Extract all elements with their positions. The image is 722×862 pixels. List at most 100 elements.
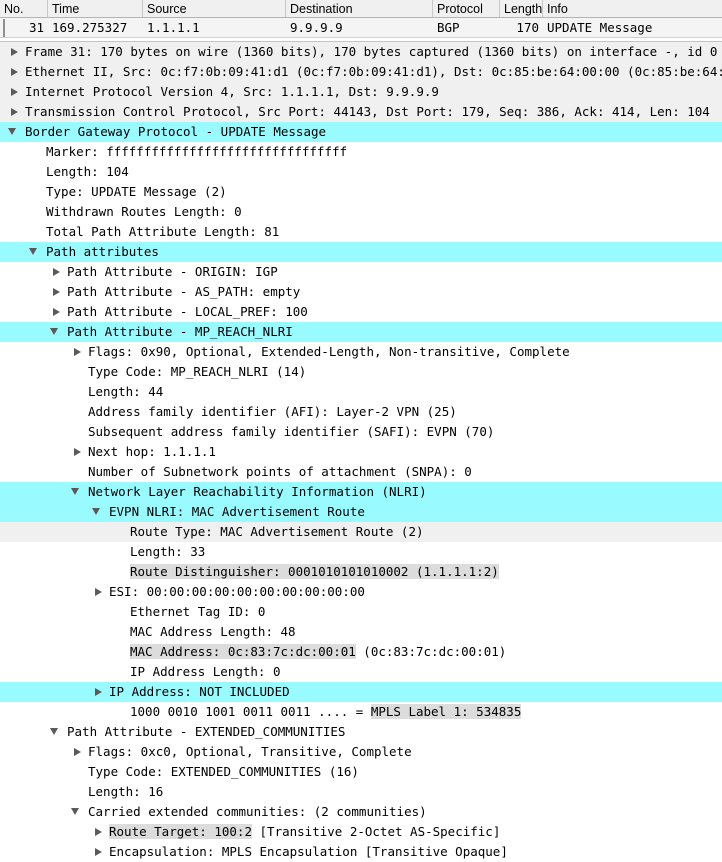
detail-tree-label: Next hop: 1.1.1.1 xyxy=(88,444,216,459)
detail-tree-row[interactable]: Network Layer Reachability Information (… xyxy=(0,482,722,502)
chevron-right-icon[interactable] xyxy=(4,42,25,62)
detail-tree-label: Border Gateway Protocol - UPDATE Message xyxy=(25,124,327,139)
column-header-destination[interactable]: Destination xyxy=(286,0,433,17)
detail-tree-row[interactable]: Type Code: EXTENDED_COMMUNITIES (16) xyxy=(0,762,722,782)
detail-tree-row[interactable]: Transmission Control Protocol, Src Port:… xyxy=(0,102,722,122)
packet-cell-protocol: BGP xyxy=(437,19,460,35)
detail-tree-row[interactable]: Flags: 0xc0, Optional, Transitive, Compl… xyxy=(0,742,722,762)
chevron-right-icon[interactable] xyxy=(67,742,88,762)
packet-list-rows[interactable]: 31 169.275327 1.1.1.1 9.9.9.9 BGP 170 UPDATE M… xyxy=(0,18,722,38)
detail-tree-label: 1000 0010 1001 0011 0011 .... = MPLS Lab… xyxy=(130,702,522,722)
detail-tree-row[interactable]: Withdrawn Routes Length: 0 xyxy=(0,202,722,222)
detail-tree-label: Total Path Attribute Length: 81 xyxy=(46,224,280,239)
detail-tree-row[interactable]: ESI: 00:00:00:00:00:00:00:00:00:00 xyxy=(0,582,722,602)
detail-tree-row[interactable]: Length: 33 xyxy=(0,542,722,562)
detail-tree-row[interactable]: Carried extended communities: (2 communi… xyxy=(0,802,722,822)
packet-list-column-headers[interactable]: No. Time Source Destination Protocol Length In… xyxy=(0,0,722,18)
detail-tree-label: Path Attribute - AS_PATH: empty xyxy=(67,284,301,299)
detail-tree-label: Internet Protocol Version 4, Src: 1.1.1.… xyxy=(25,84,439,99)
detail-tree-row[interactable]: MAC Address: 0c:83:7c:dc:00:01 (0c:83:7c… xyxy=(0,642,722,662)
detail-tree-label: Subsequent address family identifier (SA… xyxy=(88,424,495,439)
chevron-down-icon[interactable] xyxy=(67,482,88,502)
column-header-time[interactable]: Time xyxy=(48,0,143,17)
detail-tree-row[interactable]: Path Attribute - EXTENDED_COMMUNITIES xyxy=(0,722,722,742)
detail-tree-row[interactable]: Subsequent address family identifier (SA… xyxy=(0,422,722,442)
column-header-protocol[interactable]: Protocol xyxy=(433,0,500,17)
detail-tree-row[interactable]: Total Path Attribute Length: 81 xyxy=(0,222,722,242)
detail-tree-label: Marker: ffffffffffffffffffffffffffffffff xyxy=(46,144,348,159)
chevron-right-icon[interactable] xyxy=(88,842,109,862)
chevron-right-icon[interactable] xyxy=(88,582,109,602)
detail-tree-row[interactable]: Border Gateway Protocol - UPDATE Message xyxy=(0,122,722,142)
chevron-down-icon[interactable] xyxy=(46,322,67,342)
field-highlight: Route Target: 100:2 xyxy=(109,824,252,839)
chevron-right-icon[interactable] xyxy=(46,302,67,322)
detail-tree-label: Route Type: MAC Advertisement Route (2) xyxy=(130,524,424,539)
chevron-right-icon[interactable] xyxy=(46,282,67,302)
chevron-right-icon[interactable] xyxy=(67,342,88,362)
chevron-right-icon[interactable] xyxy=(88,822,109,842)
detail-tree-row[interactable]: Length: 44 xyxy=(0,382,722,402)
packet-list-row[interactable]: 31 169.275327 1.1.1.1 9.9.9.9 BGP 170 UPDATE M… xyxy=(0,18,722,38)
chevron-right-icon[interactable] xyxy=(46,262,67,282)
detail-tree-label: Type Code: EXTENDED_COMMUNITIES (16) xyxy=(88,764,359,779)
chevron-right-icon[interactable] xyxy=(88,682,109,702)
detail-tree-row[interactable]: IP Address Length: 0 xyxy=(0,662,722,682)
detail-tree-row[interactable]: Encapsulation: MPLS Encapsulation [Trans… xyxy=(0,842,722,862)
detail-tree-label: Network Layer Reachability Information (… xyxy=(88,484,427,499)
detail-tree-row[interactable]: Internet Protocol Version 4, Src: 1.1.1.… xyxy=(0,82,722,102)
detail-tree-label-tail: (0c:83:7c:dc:00:01) xyxy=(355,644,507,659)
packet-detail-tree[interactable]: Frame 31: 170 bytes on wire (1360 bits),… xyxy=(0,42,722,862)
column-header-length[interactable]: Length xyxy=(500,0,543,17)
detail-tree-row[interactable]: Address family identifier (AFI): Layer-2… xyxy=(0,402,722,422)
detail-tree-row[interactable]: EVPN NLRI: MAC Advertisement Route xyxy=(0,502,722,522)
packet-cell-destination: 9.9.9.9 xyxy=(290,19,343,35)
detail-tree-row[interactable]: Marker: ffffffffffffffffffffffffffffffff xyxy=(0,142,722,162)
detail-tree-row[interactable]: Path Attribute - LOCAL_PREF: 100 xyxy=(0,302,722,322)
detail-tree-row[interactable]: IP Address: NOT INCLUDED xyxy=(0,682,722,702)
detail-tree-label: Path attributes xyxy=(46,244,159,259)
detail-tree-row[interactable]: Length: 16 xyxy=(0,782,722,802)
column-header-source[interactable]: Source xyxy=(143,0,286,17)
detail-tree-row[interactable]: Number of Subnetwork points of attachmen… xyxy=(0,462,722,482)
detail-tree-row[interactable]: Path Attribute - AS_PATH: empty xyxy=(0,282,722,302)
detail-tree-label: Length: 16 xyxy=(88,784,164,799)
chevron-down-icon[interactable] xyxy=(25,242,46,262)
chevron-right-icon[interactable] xyxy=(67,442,88,462)
detail-tree-label: MAC Address Length: 48 xyxy=(130,624,296,639)
detail-tree-row[interactable]: Route Type: MAC Advertisement Route (2) xyxy=(0,522,722,542)
detail-tree-row[interactable]: MAC Address Length: 48 xyxy=(0,622,722,642)
detail-tree-row[interactable]: Path Attribute - ORIGIN: IGP xyxy=(0,262,722,282)
detail-tree-row[interactable]: Type Code: MP_REACH_NLRI (14) xyxy=(0,362,722,382)
detail-tree-row[interactable]: Route Target: 100:2 [Transitive 2-Octet … xyxy=(0,822,722,842)
detail-tree-row[interactable]: Ethernet II, Src: 0c:f7:0b:09:41:d1 (0c:… xyxy=(0,62,722,82)
detail-tree-row[interactable]: Length: 104 xyxy=(0,162,722,182)
packet-cell-time: 169.275327 xyxy=(52,19,128,35)
chevron-down-icon[interactable] xyxy=(4,122,25,142)
chevron-right-icon[interactable] xyxy=(4,62,25,82)
detail-tree-row[interactable]: Route Distinguisher: 0001010101010002 (1… xyxy=(0,562,722,582)
chevron-down-icon[interactable] xyxy=(88,502,109,522)
chevron-down-icon[interactable] xyxy=(67,802,88,822)
chevron-down-icon[interactable] xyxy=(46,722,67,742)
detail-tree-row[interactable]: Flags: 0x90, Optional, Extended-Length, … xyxy=(0,342,722,362)
detail-tree-row[interactable]: 1000 0010 1001 0011 0011 .... = MPLS Lab… xyxy=(0,702,722,722)
detail-tree-row[interactable]: Frame 31: 170 bytes on wire (1360 bits),… xyxy=(0,42,722,62)
detail-tree-row[interactable]: Ethernet Tag ID: 0 xyxy=(0,602,722,622)
chevron-right-icon[interactable] xyxy=(4,82,25,102)
column-header-info[interactable]: Info xyxy=(543,0,722,17)
detail-tree-label: IP Address Length: 0 xyxy=(130,664,281,679)
detail-tree-row[interactable]: Path Attribute - MP_REACH_NLRI xyxy=(0,322,722,342)
detail-tree-label: Address family identifier (AFI): Layer-2… xyxy=(88,404,457,419)
detail-tree-label: Withdrawn Routes Length: 0 xyxy=(46,204,242,219)
detail-tree-row[interactable]: Path attributes xyxy=(0,242,722,262)
detail-tree-label-tail: [Transitive 2-Octet AS-Specific] xyxy=(252,824,501,839)
detail-tree-row[interactable]: Next hop: 1.1.1.1 xyxy=(0,442,722,462)
packet-list-pane[interactable]: No. Time Source Destination Protocol Length In… xyxy=(0,0,722,38)
detail-tree-row[interactable]: Type: UPDATE Message (2) xyxy=(0,182,722,202)
detail-tree-label: Number of Subnetwork points of attachmen… xyxy=(88,464,472,479)
chevron-right-icon[interactable] xyxy=(4,102,25,122)
column-header-no[interactable]: No. xyxy=(0,0,48,17)
detail-tree-label: Length: 44 xyxy=(88,384,164,399)
field-highlight: MAC Address: 0c:83:7c:dc:00:01 xyxy=(130,644,356,659)
